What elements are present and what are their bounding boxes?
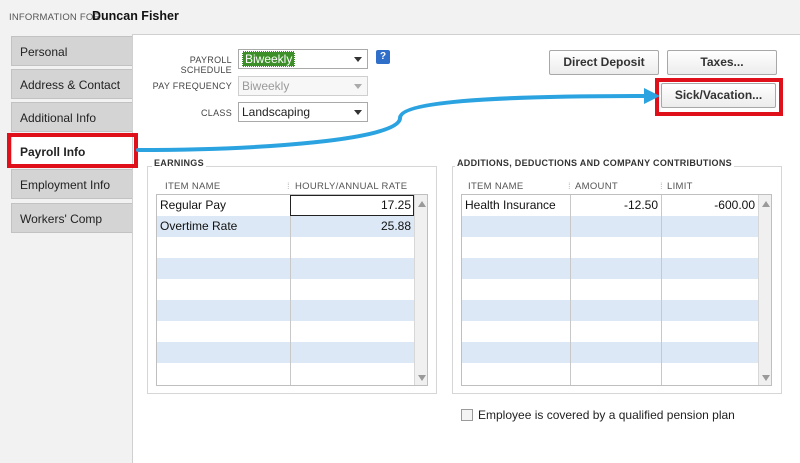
table-row[interactable] xyxy=(462,300,758,321)
earnings-col-rate: HOURLY/ANNUAL RATE xyxy=(295,181,408,192)
additions-title: ADDITIONS, DEDUCTIONS AND COMPANY CONTRI… xyxy=(455,158,734,168)
payroll-schedule-label: PAYROLL SCHEDULE xyxy=(180,55,232,75)
earnings-col-item: ITEM NAME xyxy=(165,181,221,192)
class-value: Landscaping xyxy=(242,105,311,119)
earnings-item-cell[interactable]: Overtime Rate xyxy=(157,216,290,237)
additions-col-item: ITEM NAME xyxy=(468,181,524,192)
additions-col-limit: LIMIT xyxy=(667,181,693,192)
pay-frequency-label: PAY FREQUENCY xyxy=(152,81,232,91)
table-row[interactable] xyxy=(462,258,758,279)
tab-label: Personal xyxy=(20,45,68,59)
table-row[interactable] xyxy=(462,279,758,300)
window-header: INFORMATION FOR Duncan Fisher xyxy=(0,0,800,34)
column-divider xyxy=(570,195,571,385)
scroll-down-icon[interactable] xyxy=(762,375,770,381)
scroll-down-icon[interactable] xyxy=(418,375,426,381)
pay-frequency-value: Biweekly xyxy=(242,79,290,93)
earnings-item-cell[interactable]: Regular Pay xyxy=(157,195,290,216)
earnings-title: EARNINGS xyxy=(152,158,206,168)
earnings-table[interactable]: Regular Pay 17.25 Overtime Rate 25.88 xyxy=(156,194,428,386)
additions-scrollbar[interactable] xyxy=(758,195,771,385)
payroll-schedule-select[interactable]: Biweekly xyxy=(238,49,368,69)
pay-frequency-select: Biweekly xyxy=(238,76,368,96)
column-divider xyxy=(290,195,291,385)
tab-additional-info[interactable]: Additional Info xyxy=(11,102,132,132)
pension-plan-label[interactable]: Employee is covered by a qualified pensi… xyxy=(478,408,735,422)
table-row[interactable] xyxy=(157,279,414,300)
scroll-up-icon[interactable] xyxy=(762,201,770,207)
chevron-down-icon xyxy=(354,84,362,89)
table-row[interactable] xyxy=(157,237,414,258)
additions-table[interactable]: Health Insurance -12.50 -600.00 xyxy=(461,194,772,386)
help-icon[interactable]: ? xyxy=(376,50,390,64)
selected-cell-outline xyxy=(290,195,414,216)
table-row[interactable]: Overtime Rate 25.88 xyxy=(157,216,414,237)
taxes-button[interactable]: Taxes... xyxy=(667,50,777,75)
earnings-rate-cell[interactable]: 25.88 xyxy=(290,216,414,237)
additions-col-amount: AMOUNT xyxy=(575,181,618,192)
table-row[interactable] xyxy=(462,237,758,258)
tab-address-contact[interactable]: Address & Contact xyxy=(11,69,132,99)
column-divider: ⁞ xyxy=(568,181,571,192)
sick-vacation-highlight xyxy=(655,78,783,116)
additions-item-cell[interactable]: Health Insurance xyxy=(462,195,570,216)
table-row[interactable] xyxy=(157,363,414,384)
class-select[interactable]: Landscaping xyxy=(238,102,368,122)
employee-name: Duncan Fisher xyxy=(92,9,179,23)
additions-amount-cell[interactable]: -12.50 xyxy=(570,195,661,216)
direct-deposit-button[interactable]: Direct Deposit xyxy=(549,50,659,75)
earnings-scrollbar[interactable] xyxy=(414,195,427,385)
tab-label: Additional Info xyxy=(20,111,97,125)
sidebar: Personal Address & Contact Additional In… xyxy=(0,34,140,463)
information-for-label: INFORMATION FOR xyxy=(9,12,101,23)
payroll-schedule-value: Biweekly xyxy=(242,51,296,67)
scroll-up-icon[interactable] xyxy=(418,201,426,207)
column-divider: ⁞ xyxy=(287,181,290,192)
tab-personal[interactable]: Personal xyxy=(11,36,132,66)
tab-workers-comp[interactable]: Workers' Comp xyxy=(11,203,132,233)
column-divider: ⁞ xyxy=(660,181,663,192)
table-row[interactable] xyxy=(157,258,414,279)
table-row[interactable] xyxy=(462,321,758,342)
tab-label: Workers' Comp xyxy=(20,212,103,226)
table-row[interactable] xyxy=(462,216,758,237)
table-row[interactable] xyxy=(462,342,758,363)
pension-plan-checkbox[interactable] xyxy=(461,409,473,421)
table-row[interactable] xyxy=(157,342,414,363)
payroll-info-tab-highlight xyxy=(7,133,138,168)
additions-limit-cell[interactable]: -600.00 xyxy=(661,195,758,216)
table-row[interactable] xyxy=(157,321,414,342)
tab-employment-info[interactable]: Employment Info xyxy=(11,169,132,199)
chevron-down-icon xyxy=(354,57,362,62)
tab-label: Address & Contact xyxy=(20,78,121,92)
class-label: CLASS xyxy=(200,108,232,118)
table-row[interactable]: Health Insurance -12.50 -600.00 xyxy=(462,195,758,216)
chevron-down-icon xyxy=(354,110,362,115)
table-row[interactable] xyxy=(157,300,414,321)
tab-label: Employment Info xyxy=(20,178,111,192)
table-row[interactable] xyxy=(462,363,758,384)
column-divider xyxy=(661,195,662,385)
